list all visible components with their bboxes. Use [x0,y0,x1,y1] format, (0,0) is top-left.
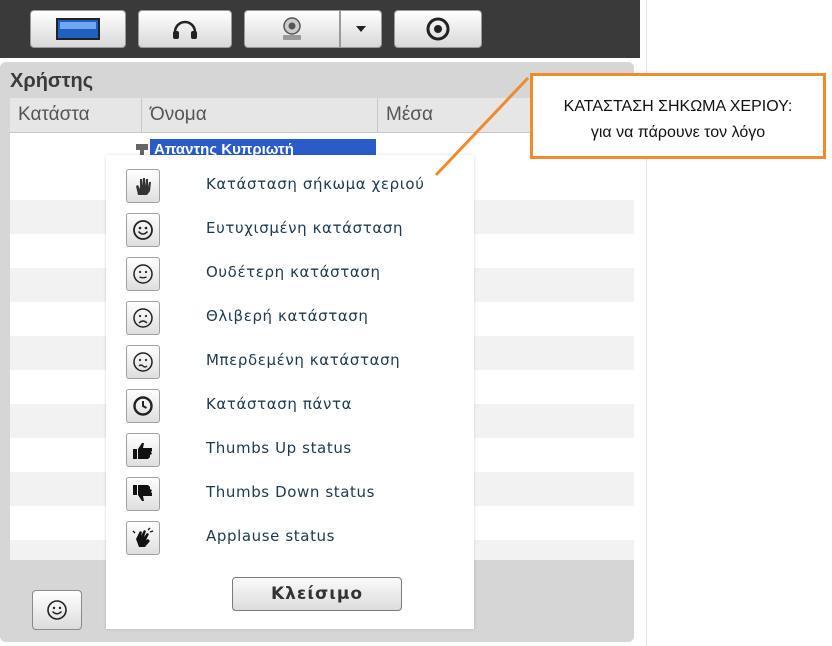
annotation-line2: για να πάρουνε τον λόγο [590,124,766,141]
annotation-line1: ΚΑΤΑΣΤΑΣΗ ΣΗΚΩΜΑ ΧΕΡΙΟΥ: [563,98,793,115]
annotation-callout: ΚΑΤΑΣΤΑΣΗ ΣΗΚΩΜΑ ΧΕΡΙΟΥ: για να πάρουνε … [530,73,826,159]
